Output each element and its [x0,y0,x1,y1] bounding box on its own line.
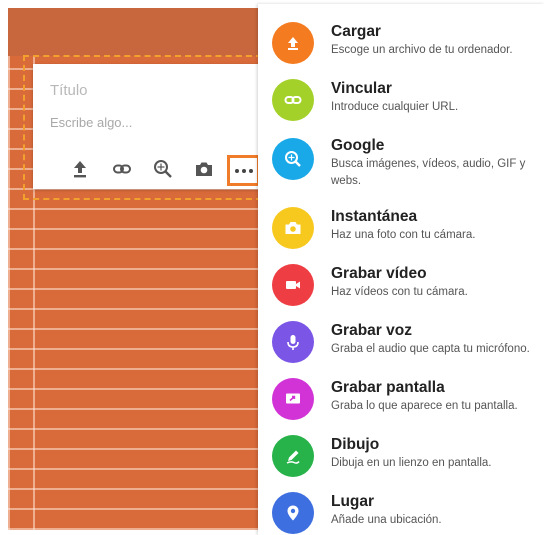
menu-item-description: Introduce cualquier URL. [331,101,459,113]
menu-item-description: Dibuja en un lienzo en pantalla. [331,457,492,469]
camera-icon [272,207,314,249]
google-search-icon [272,138,314,180]
menu-item-label: Dibujo [331,436,380,453]
more-icon [235,169,253,173]
video-icon [272,264,314,306]
attachment-menu: Cargar Escoge un archivo de tu ordenador… [258,4,544,535]
location-icon [272,492,314,534]
menu-item-label: Grabar voz [331,322,412,339]
screen-record-icon [272,378,314,420]
menu-item-label: Instantánea [331,208,418,225]
menu-item-label: Vincular [331,80,392,97]
link-icon[interactable] [111,158,133,180]
wall-header-strip [8,8,258,56]
menu-item-description: Añade una ubicación. [331,514,442,526]
link-icon [272,79,314,121]
menu-item-description: Graba lo que aparece en tu pantalla. [331,400,518,412]
camera-icon[interactable] [193,158,215,180]
microphone-icon [272,321,314,363]
more-options-button[interactable] [227,155,260,186]
menu-item-label: Grabar pantalla [331,379,445,396]
menu-item-description: Busca imágenes, vídeos, audio, GIF y web… [331,158,526,187]
menu-item-description: Escoge un archivo de tu ordenador. [331,44,513,56]
menu-item-description: Haz vídeos con tu cámara. [331,286,468,298]
note-body-field[interactable]: Escribe algo... [50,115,132,130]
menu-item-description: Haz una foto con tu cámara. [331,229,476,241]
upload-icon [272,22,314,64]
draw-icon [272,435,314,477]
menu-item-description: Graba el audio que capta tu micrófono. [331,343,530,355]
menu-item-label: Grabar vídeo [331,265,427,282]
note-title-field[interactable]: Título [50,82,88,99]
upload-icon[interactable] [69,158,91,180]
search-image-icon[interactable] [152,158,174,180]
menu-item-label: Cargar [331,23,381,40]
menu-item-label: Lugar [331,493,375,510]
note-card[interactable]: Título Escribe algo... [33,64,259,189]
menu-item-label: Google [331,137,385,154]
